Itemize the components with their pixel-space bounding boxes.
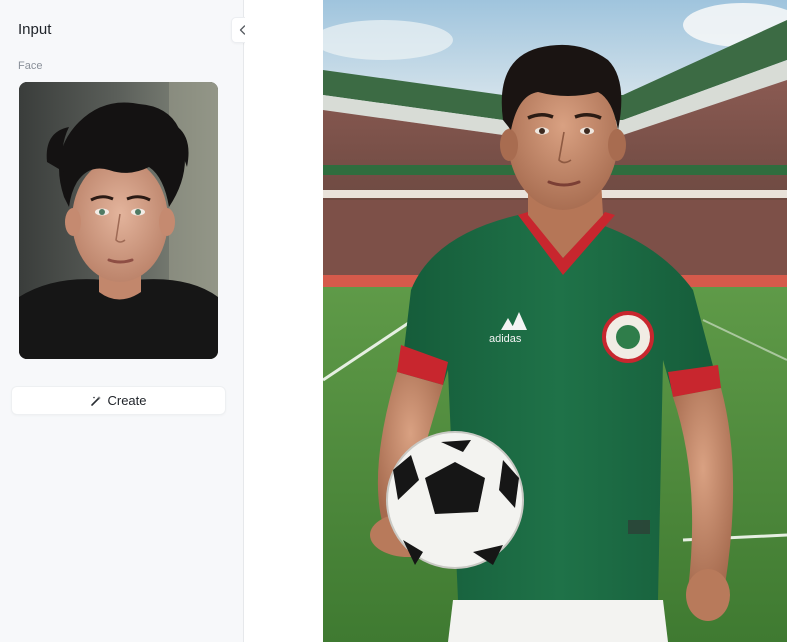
create-button[interactable]: Create [11,386,226,415]
create-button-label: Create [107,393,147,408]
face-label: Face [18,60,43,72]
jersey-brand-text: adidas [489,333,522,345]
canvas-gutter [245,0,323,642]
panel-title: Input [18,21,52,38]
face-image[interactable] [19,82,218,359]
input-panel: Input Face Create [0,0,258,642]
generated-soccer-player-image[interactable]: adidas [323,0,787,642]
magic-wand-icon [90,395,102,407]
